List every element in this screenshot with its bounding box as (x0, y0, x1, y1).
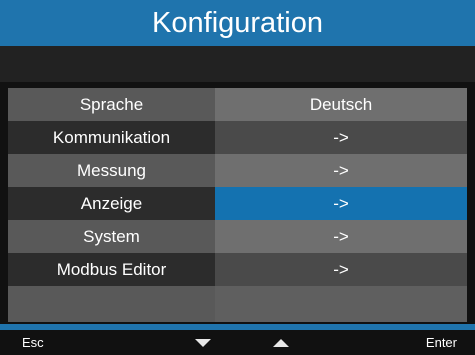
menu-item-label: Messung (8, 154, 215, 187)
menu-row-messung[interactable]: Messung -> (8, 154, 467, 187)
config-menu: Sprache Deutsch Kommunikation -> Messung… (8, 88, 467, 322)
menu-item-label: System (8, 220, 215, 253)
menu-item-value-selected: -> (215, 187, 467, 220)
menu-row-kommunikation[interactable]: Kommunikation -> (8, 121, 467, 154)
menu-row-anzeige[interactable]: Anzeige -> (8, 187, 467, 220)
menu-row-system[interactable]: System -> (8, 220, 467, 253)
menu-item-label: Anzeige (8, 187, 215, 220)
status-bar (0, 46, 475, 82)
esc-label: Esc (22, 335, 44, 350)
title-bar: Konfiguration (0, 0, 475, 46)
chevron-up-icon (273, 338, 289, 347)
menu-item-label: Modbus Editor (8, 253, 215, 286)
menu-item-value: -> (215, 154, 467, 187)
menu-item-label: Kommunikation (8, 121, 215, 154)
menu-row-empty (8, 286, 467, 322)
menu-item-value: -> (215, 220, 467, 253)
page-title: Konfiguration (152, 6, 323, 39)
menu-empty-label (8, 286, 215, 322)
enter-label: Enter (425, 335, 457, 350)
down-button[interactable] (195, 330, 211, 355)
enter-button[interactable]: Enter (426, 330, 457, 355)
esc-button[interactable]: Esc (22, 330, 44, 355)
chevron-down-icon (195, 338, 211, 347)
menu-row-sprache[interactable]: Sprache Deutsch (8, 88, 467, 121)
menu-row-modbus-editor[interactable]: Modbus Editor -> (8, 253, 467, 286)
up-button[interactable] (273, 330, 289, 355)
menu-item-label: Sprache (8, 88, 215, 121)
softkey-bar: Esc Enter (0, 330, 475, 355)
menu-item-value: Deutsch (215, 88, 467, 121)
menu-item-value: -> (215, 253, 467, 286)
menu-empty-value (215, 286, 467, 322)
menu-item-value: -> (215, 121, 467, 154)
